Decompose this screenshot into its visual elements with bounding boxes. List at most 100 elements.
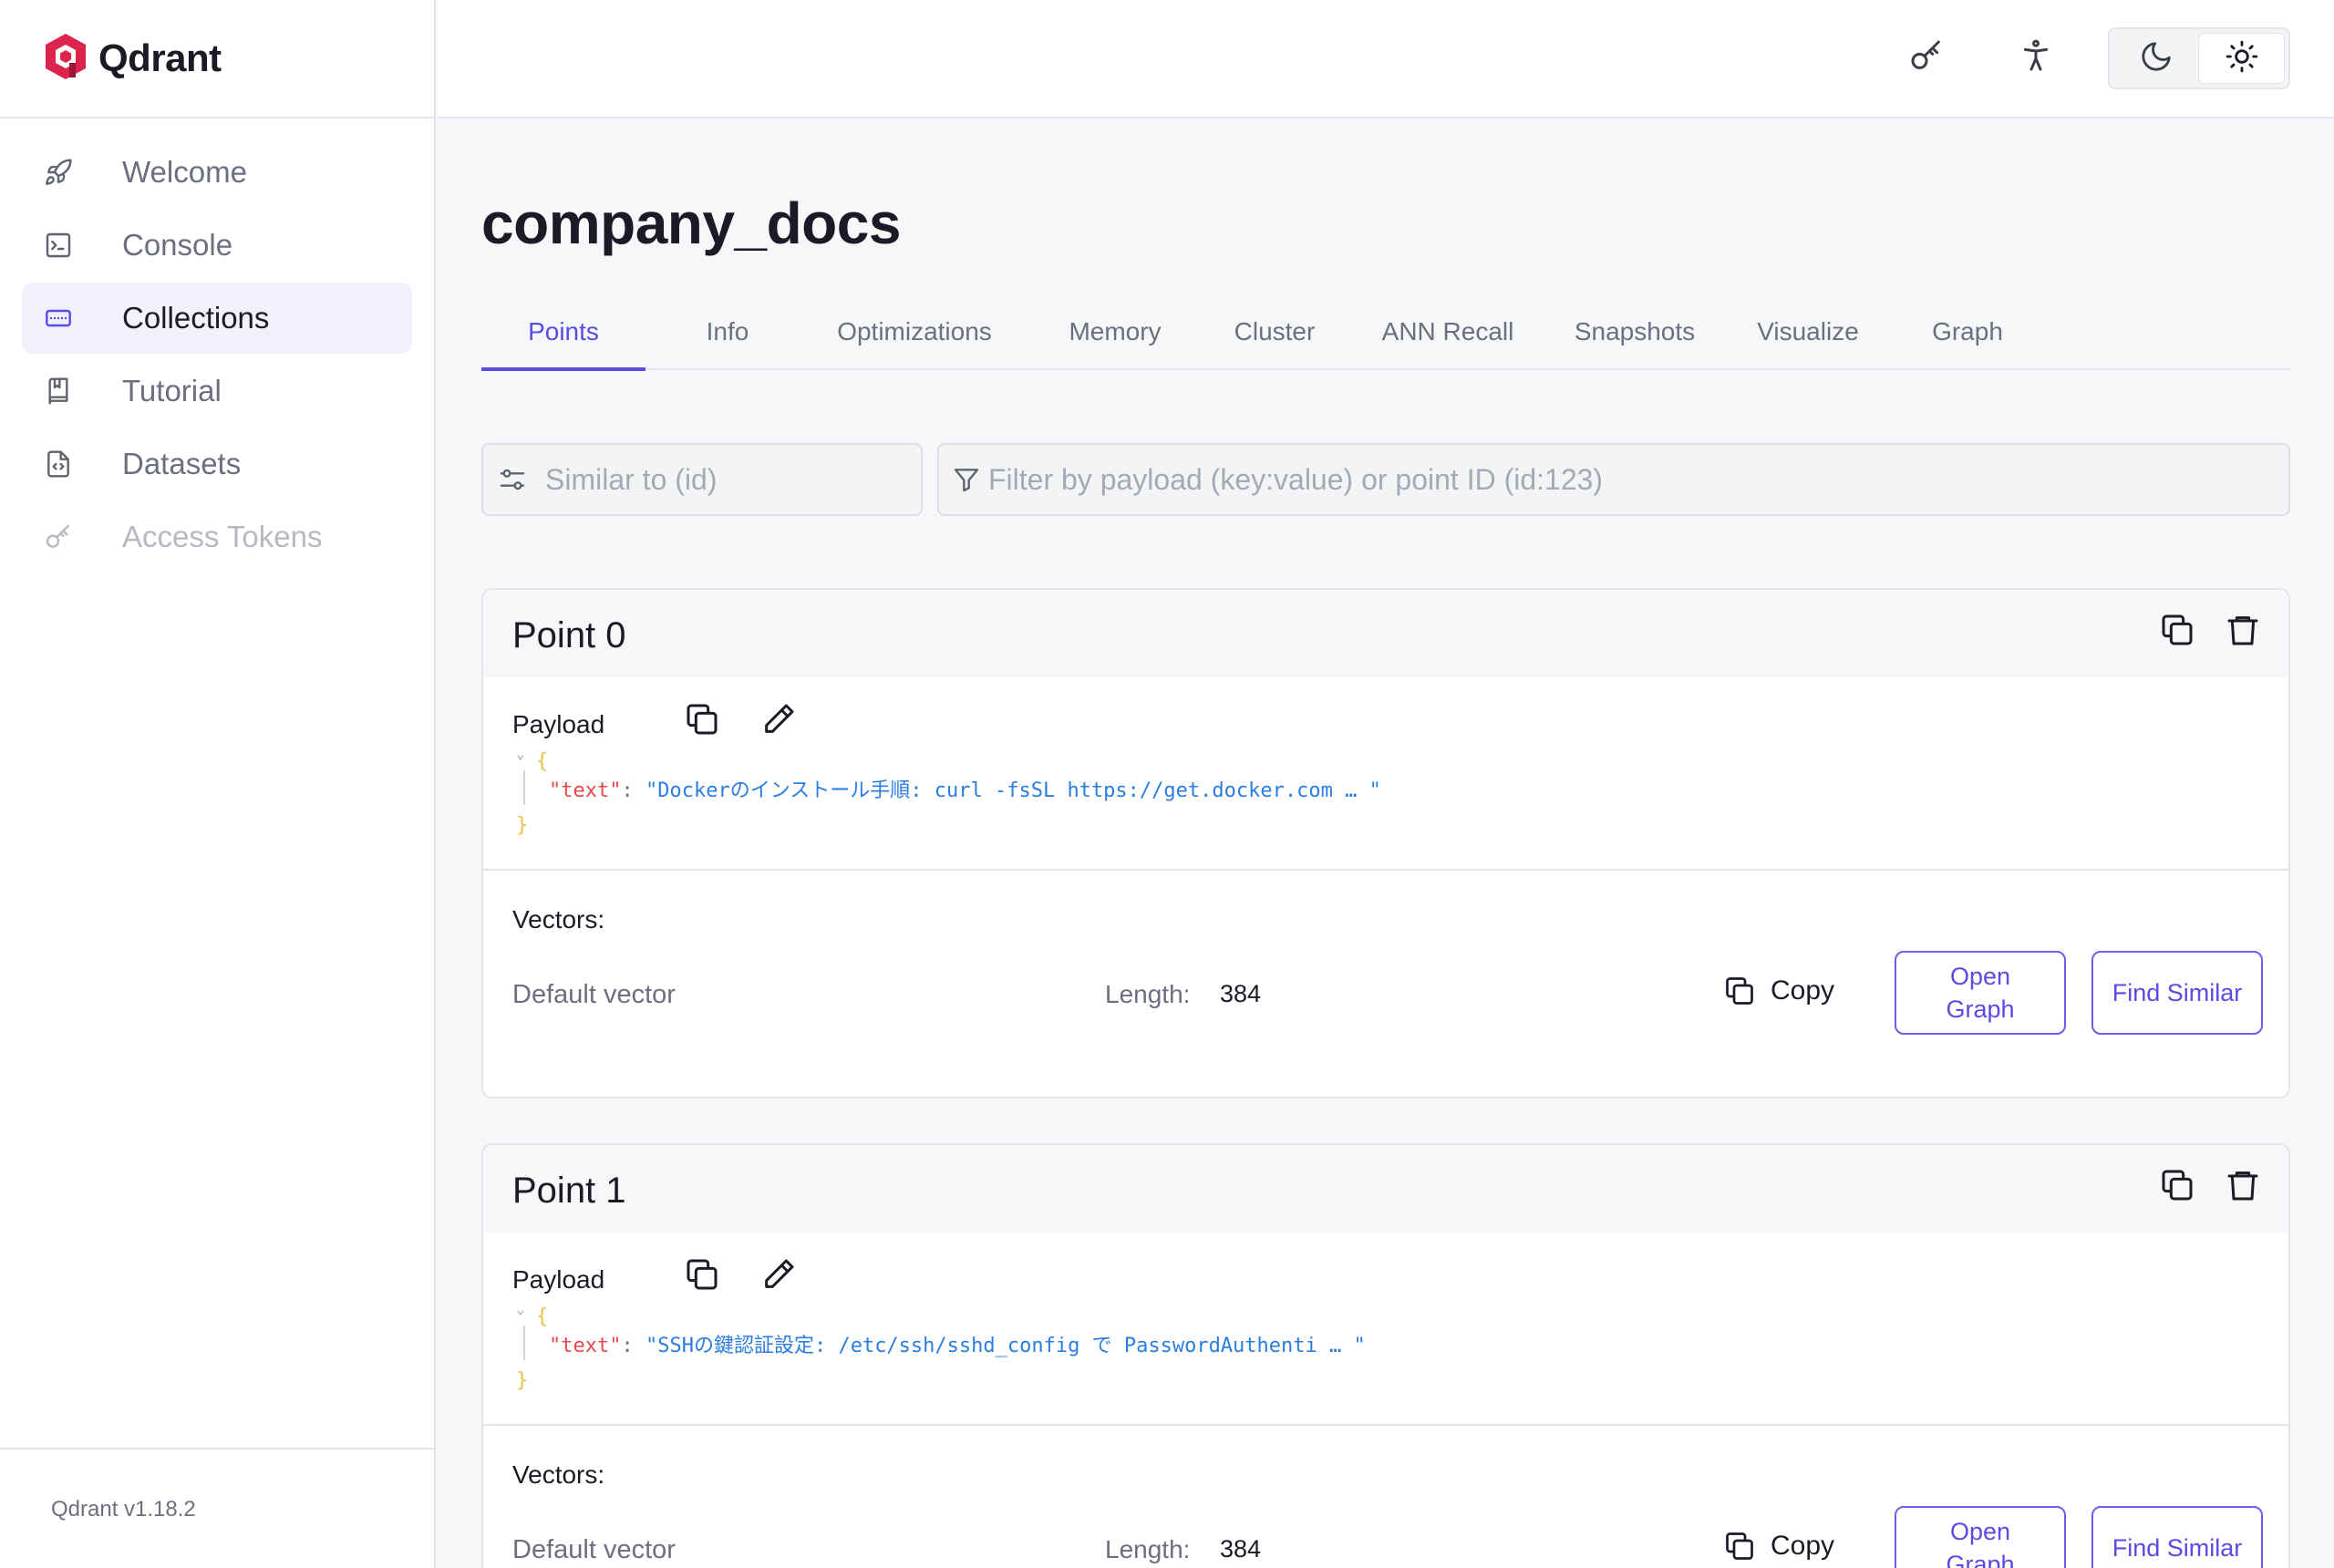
accessibility-icon	[2018, 37, 2054, 78]
brand[interactable]: Qdrant	[0, 0, 434, 119]
sidebar-item-console[interactable]: Console	[22, 210, 412, 281]
tab-snapshots[interactable]: Snapshots	[1557, 312, 1712, 370]
dark-theme-button[interactable]	[2113, 33, 2198, 84]
copy-point-button[interactable]	[2157, 612, 2197, 652]
payload-label: Payload	[512, 710, 605, 738]
json-colon: :	[621, 779, 634, 802]
qdrant-logo-icon	[44, 32, 88, 86]
json-value: "SSHの鍵認証設定: /etc/ssh/sshd_config で Passw…	[645, 1335, 1366, 1357]
find-similar-button[interactable]: Find Similar	[2091, 951, 2263, 1035]
point-card-header: Point 0	[483, 590, 2288, 677]
similar-search-box	[481, 443, 923, 516]
sidebar-item-access-tokens[interactable]: Access Tokens	[22, 501, 412, 573]
tab-graph[interactable]: Graph	[1904, 312, 2031, 370]
app-version: Qdrant v1.18.2	[0, 1448, 434, 1568]
copy-payload-button[interactable]	[682, 1256, 722, 1296]
tab-info[interactable]: Info	[645, 312, 810, 370]
collapse-toggle[interactable]: ⌄	[516, 1300, 525, 1317]
point-card: Point 1 Payload ⌄ {"text": "SSHの鍵認証設定: …	[481, 1143, 2290, 1568]
copy-vector-button[interactable]: Copy	[1723, 1530, 1834, 1563]
edit-payload-button[interactable]	[759, 701, 799, 741]
json-entry: "text": "SSHの鍵認証設定: /etc/ssh/sshd_config…	[549, 1329, 1366, 1358]
terminal-icon	[44, 231, 73, 260]
json-colon: :	[621, 1335, 634, 1357]
vector-name: Default vector	[512, 980, 676, 1009]
sidebar: Qdrant Welcome Console Collections Tutor…	[0, 0, 436, 1568]
sidebar-item-label: Tutorial	[122, 374, 222, 407]
collection-tabs: Points Info Optimizations Memory Cluster…	[481, 312, 2290, 371]
topbar	[438, 0, 2334, 119]
moon-icon	[2139, 39, 2174, 78]
key-icon	[44, 522, 73, 552]
json-entry: "text": "Dockerのインストール手順: curl -fsSL htt…	[549, 774, 1381, 803]
tab-memory[interactable]: Memory	[1047, 312, 1183, 370]
json-key: "text"	[549, 1335, 622, 1357]
sliders-icon	[498, 465, 527, 494]
accessibility-button[interactable]	[2015, 36, 2057, 78]
filter-icon	[952, 465, 981, 494]
copy-point-button[interactable]	[2157, 1167, 2197, 1207]
vector-length-value: 384	[1220, 1535, 1262, 1563]
point-card-header: Point 1	[483, 1145, 2288, 1233]
sidebar-item-tutorial[interactable]: Tutorial	[22, 356, 412, 427]
json-open-brace: {	[536, 1305, 549, 1328]
open-graph-button[interactable]: Open Graph	[1895, 951, 2066, 1035]
copy-icon	[2159, 612, 2195, 653]
vector-length-label: Length:	[1105, 980, 1191, 1008]
vector-length-value: 384	[1220, 980, 1262, 1007]
copy-payload-button[interactable]	[682, 701, 722, 741]
sidebar-item-label: Datasets	[122, 447, 242, 480]
sidebar-item-welcome[interactable]: Welcome	[22, 137, 412, 208]
json-indent-guide	[523, 1326, 525, 1360]
payload-header: Payload	[483, 677, 2288, 741]
payload-filter-input[interactable]	[988, 462, 2288, 497]
sidebar-item-label: Collections	[122, 301, 270, 335]
copy-icon	[2159, 1167, 2195, 1208]
json-open-brace: {	[536, 750, 549, 773]
sidebar-item-datasets[interactable]: Datasets	[22, 428, 412, 500]
copy-label: Copy	[1771, 975, 1835, 1006]
delete-point-button[interactable]	[2223, 612, 2263, 652]
copy-vector-button[interactable]: Copy	[1723, 975, 1834, 1007]
copy-label: Copy	[1771, 1531, 1835, 1561]
json-value: "Dockerのインストール手順: curl -fsSL https://get…	[645, 779, 1381, 802]
copy-icon	[1723, 975, 1771, 1007]
sidebar-item-label: Console	[122, 228, 233, 262]
sidebar-item-label: Access Tokens	[122, 520, 323, 553]
point-card: Point 0 Payload ⌄ {"text": "Dockerのインスト…	[481, 588, 2290, 1099]
copy-icon	[684, 1256, 720, 1297]
json-indent-guide	[523, 770, 525, 805]
tab-optimizations[interactable]: Optimizations	[810, 312, 1019, 370]
tab-points[interactable]: Points	[481, 312, 645, 371]
filters-row	[481, 443, 2290, 516]
vectors-section: Vectors: Default vector Length: 384 Copy…	[483, 871, 2288, 1097]
key-icon	[1908, 37, 1945, 78]
copy-icon	[1723, 1530, 1771, 1563]
similar-to-input[interactable]	[545, 462, 921, 497]
sidebar-item-label: Welcome	[122, 155, 247, 189]
open-graph-button[interactable]: Open Graph	[1895, 1506, 2066, 1568]
vector-name: Default vector	[512, 1535, 676, 1564]
edit-payload-button[interactable]	[759, 1256, 799, 1296]
main-content: company_docs Points Info Optimizations M…	[481, 119, 2290, 1568]
tab-visualize[interactable]: Visualize	[1730, 312, 1885, 370]
payload-json-viewer: ⌄ { "text": "SSHの鍵認証設定: /etc/ssh/sshd_co…	[483, 1296, 2288, 1426]
collection-icon	[44, 304, 73, 333]
payload-header: Payload	[483, 1233, 2288, 1296]
book-icon	[44, 377, 73, 406]
payload-filter-box	[937, 443, 2290, 516]
tab-cluster[interactable]: Cluster	[1211, 312, 1338, 370]
tab-ann-recall[interactable]: ANN Recall	[1357, 312, 1539, 370]
collapse-toggle[interactable]: ⌄	[516, 745, 525, 762]
delete-point-button[interactable]	[2223, 1167, 2263, 1207]
json-close-brace: }	[516, 1369, 529, 1392]
copy-icon	[684, 701, 720, 742]
api-key-button[interactable]	[1905, 36, 1947, 78]
light-theme-button[interactable]	[2198, 33, 2285, 84]
vector-length-label: Length:	[1105, 1535, 1191, 1563]
rocket-icon	[44, 158, 73, 187]
sidebar-item-collections[interactable]: Collections	[22, 283, 412, 354]
pencil-icon	[760, 1256, 797, 1297]
payload-label: Payload	[512, 1265, 605, 1294]
find-similar-button[interactable]: Find Similar	[2091, 1506, 2263, 1568]
